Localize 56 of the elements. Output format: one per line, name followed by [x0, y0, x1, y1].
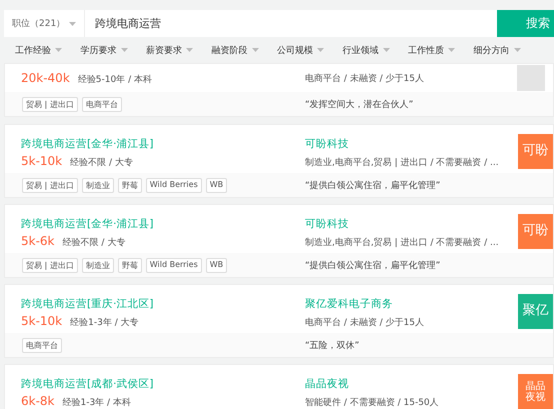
filter-dropdown[interactable]: 细分方向 [474, 44, 539, 56]
job-card[interactable]: 20k-40k 经验5-10年 / 本科 电商平台 / 未融资 / 少于15人 贸易 | 进出口 电商平台 “发挥空间大，潜在合伙人” [4, 63, 554, 117]
category-dropdown[interactable]: 职位（221） [4, 10, 85, 37]
tag: WB [206, 178, 228, 192]
job-requirements: 经验1-3年 / 本科 [62, 396, 131, 409]
salary: 6k-8k [21, 394, 54, 408]
tag: 制造业 [82, 258, 114, 272]
tag: 贸易 | 进出口 [22, 96, 78, 112]
tag: 制造业 [82, 178, 114, 192]
salary: 5k-6k [21, 234, 54, 248]
caret-icon [317, 48, 324, 52]
tag: 电商平台 [82, 96, 122, 112]
company-info: 制造业,电商平台,贸易 | 进出口 / 不需要融资 / ... [305, 156, 500, 169]
tag: Wild Berries [146, 258, 202, 272]
filter-dropdown[interactable]: 融资阶段 [212, 44, 277, 56]
salary: 5k-10k [21, 154, 62, 168]
filter-dropdown[interactable]: 工作经验 [15, 44, 80, 56]
tag: WB [206, 258, 228, 272]
job-requirements: 经验1-3年 / 大专 [70, 316, 139, 329]
tag: 野莓 [118, 178, 142, 192]
tag: 贸易 | 进出口 [22, 258, 78, 272]
company-logo: 晶品夜视 [518, 374, 553, 409]
caret-icon [448, 48, 455, 52]
company-info: 电商平台 / 未融资 / 少于15人 [305, 316, 425, 329]
tag: 贸易 | 进出口 [22, 178, 78, 192]
search-field[interactable]: 跨境电商运营 [85, 10, 497, 37]
caret-icon [252, 48, 258, 52]
job-requirements: 经验5-10年 / 本科 [78, 74, 152, 86]
tag: 野莓 [118, 258, 142, 272]
caret-icon [186, 48, 193, 52]
filter-dropdown[interactable]: 学历要求 [80, 44, 146, 56]
tag: Wild Berries [146, 178, 202, 192]
filter-dropdown[interactable]: 公司规模 [277, 44, 342, 56]
caret-icon [69, 22, 76, 26]
job-requirements: 经验不限 / 大专 [62, 236, 126, 249]
job-perk-quote: “提供白领公寓住宿，扁平化管理” [305, 180, 440, 192]
company-info: 电商平台 / 未融资 / 少于15人 [305, 72, 425, 84]
salary: 20k-40k [21, 70, 70, 84]
salary: 5k-10k [21, 314, 62, 328]
job-perk-quote: “发挥空间大，潜在合伙人” [305, 98, 414, 110]
job-perk-quote: “提供白领公寓住宿，扁平化管理” [305, 260, 440, 272]
caret-icon [382, 48, 390, 52]
company-logo: 可盼 [518, 134, 553, 169]
company-logo: 聚亿 [518, 294, 553, 329]
filter-dropdown[interactable]: 行业领域 [342, 44, 408, 56]
company-info: 制造业,电商平台,贸易 | 进出口 / 不需要融资 / ... [305, 236, 500, 249]
company-logo: 可盼 [518, 214, 553, 249]
tag: 电商平台 [22, 338, 62, 352]
caret-icon [514, 48, 520, 52]
job-requirements: 经验不限 / 大专 [70, 156, 133, 169]
caret-icon [55, 48, 62, 52]
filter-dropdown[interactable]: 工作性质 [408, 44, 474, 56]
company-info: 智能硬件 / 不需要融资 / 15-50人 [305, 396, 440, 409]
filter-dropdown[interactable]: 薪资要求 [146, 44, 212, 56]
job-perk-quote: “五险，双休” [305, 340, 360, 352]
caret-icon [120, 48, 128, 52]
